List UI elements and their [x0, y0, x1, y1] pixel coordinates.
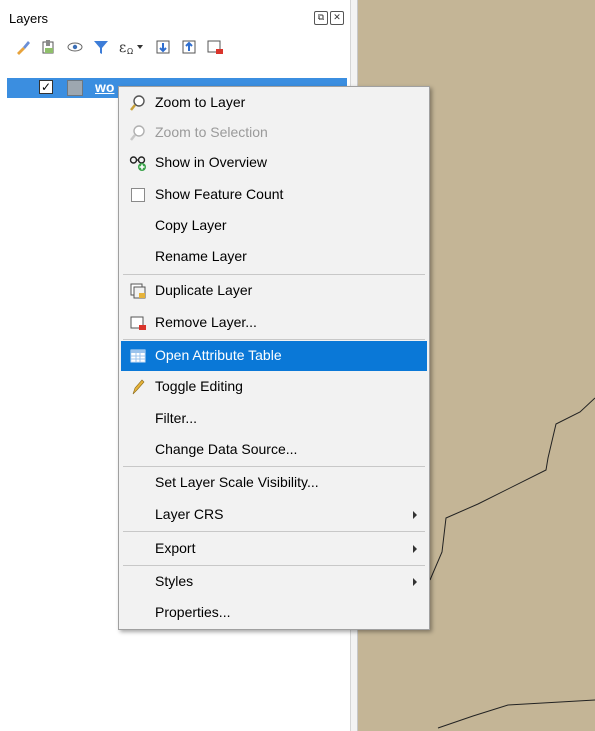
panel-controls: ⧉ ✕ — [314, 11, 344, 25]
menu-item-label: Zoom to Layer — [155, 94, 246, 110]
menu-item-filter[interactable]: Filter... — [121, 404, 427, 434]
menu-item-label: Duplicate Layer — [155, 282, 253, 298]
menu-item-label: Export — [155, 540, 196, 556]
overview-glasses-icon — [129, 156, 146, 171]
menu-item-label: Copy Layer — [155, 217, 227, 233]
layer-visibility-checkbox[interactable]: ✓ — [39, 80, 53, 94]
menu-item-export[interactable]: Export — [121, 534, 427, 564]
filter-expression-button[interactable]: εΩ — [118, 38, 146, 56]
menu-item-open-attribute-table[interactable]: Open Attribute Table — [121, 341, 427, 371]
float-panel-button[interactable]: ⧉ — [314, 11, 328, 25]
expand-all-icon — [156, 40, 170, 54]
submenu-arrow-icon — [413, 545, 417, 553]
menu-item-label: Open Attribute Table — [155, 347, 282, 363]
menu-item-label: Show in Overview — [155, 154, 268, 170]
menu-item-label: Filter... — [155, 410, 198, 426]
menu-item-label: Change Data Source... — [155, 441, 298, 457]
expression-epsilon-icon: εΩ — [119, 40, 143, 56]
remove-layer-toolbar-button[interactable] — [206, 38, 224, 56]
layer-context-menu: Zoom to Layer Zoom to Selection Show in … — [118, 86, 430, 630]
menu-item-layer-crs[interactable]: Layer CRS — [121, 500, 427, 530]
filter-legend-button[interactable] — [92, 38, 110, 56]
svg-text:Ω: Ω — [127, 47, 133, 56]
menu-item-label: Set Layer Scale Visibility... — [155, 474, 319, 490]
menu-item-label: Styles — [155, 573, 194, 589]
menu-item-zoom-to-layer[interactable]: Zoom to Layer — [121, 88, 427, 118]
menu-separator — [123, 466, 425, 467]
remove-layer-icon — [130, 316, 146, 330]
collapse-all-button[interactable] — [180, 38, 198, 56]
feature-count-checkbox[interactable] — [131, 188, 145, 202]
menu-item-copy-layer[interactable]: Copy Layer — [121, 211, 427, 241]
menu-item-rename-layer[interactable]: Rename Layer — [121, 242, 427, 272]
zoom-selection-icon — [130, 125, 145, 141]
menu-item-label: Rename Layer — [155, 248, 247, 264]
menu-item-label: Toggle Editing — [155, 378, 243, 394]
panel-title: Layers — [9, 11, 49, 26]
attribute-table-icon — [130, 349, 146, 363]
menu-separator — [123, 565, 425, 566]
collapse-all-icon — [182, 40, 196, 54]
remove-layer-icon — [207, 40, 223, 54]
menu-item-styles[interactable]: Styles — [121, 567, 427, 597]
add-group-icon — [42, 40, 54, 54]
menu-item-label: Layer CRS — [155, 506, 224, 522]
close-panel-button[interactable]: ✕ — [330, 11, 344, 25]
menu-item-label: Zoom to Selection — [155, 124, 268, 140]
menu-separator — [123, 531, 425, 532]
menu-separator — [123, 339, 425, 340]
duplicate-layer-icon — [130, 283, 146, 299]
eye-icon — [67, 42, 83, 52]
svg-text:ε: ε — [119, 40, 126, 56]
menu-item-properties[interactable]: Properties... — [121, 598, 427, 628]
menu-item-set-layer-scale-visibility[interactable]: Set Layer Scale Visibility... — [121, 468, 427, 498]
filter-funnel-icon — [94, 41, 108, 54]
menu-item-label: Properties... — [155, 604, 231, 620]
expand-all-button[interactable] — [154, 38, 172, 56]
submenu-arrow-icon — [413, 511, 417, 519]
layer-symbol-swatch — [67, 80, 83, 96]
menu-separator — [123, 274, 425, 275]
menu-item-remove-layer[interactable]: Remove Layer... — [121, 308, 427, 338]
pencil-icon — [132, 379, 145, 395]
menu-item-label: Remove Layer... — [155, 314, 257, 330]
menu-item-show-in-overview[interactable]: Show in Overview — [121, 148, 427, 178]
menu-item-label: Show Feature Count — [155, 186, 284, 202]
style-manager-button[interactable] — [14, 38, 32, 56]
submenu-arrow-icon — [413, 578, 417, 586]
menu-item-show-feature-count[interactable]: Show Feature Count — [121, 180, 427, 210]
menu-item-toggle-editing[interactable]: Toggle Editing — [121, 372, 427, 402]
visibility-button[interactable] — [66, 38, 84, 56]
menu-item-change-data-source[interactable]: Change Data Source... — [121, 435, 427, 465]
add-group-button[interactable] — [40, 38, 58, 56]
layers-toolbar: εΩ — [14, 36, 224, 58]
paintbrush-icon — [17, 41, 30, 55]
menu-item-duplicate-layer[interactable]: Duplicate Layer — [121, 276, 427, 306]
zoom-layer-icon — [130, 95, 145, 111]
menu-item-zoom-to-selection[interactable]: Zoom to Selection — [121, 118, 427, 148]
